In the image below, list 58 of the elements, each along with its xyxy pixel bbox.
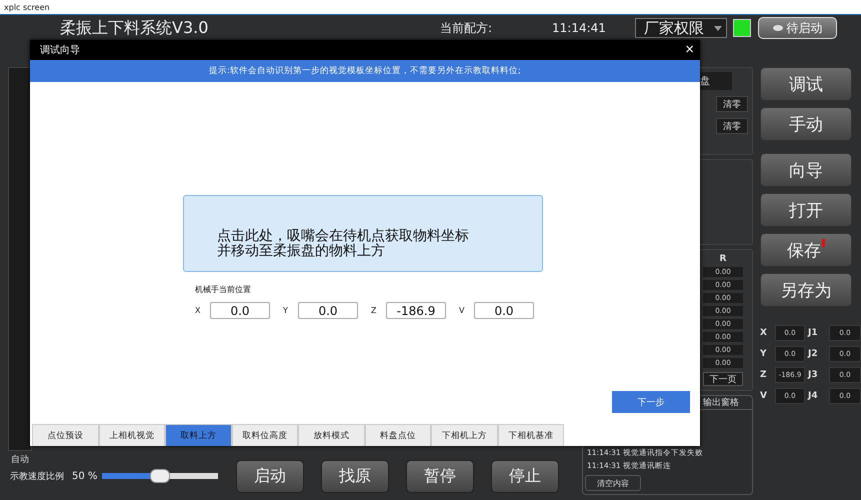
coordinate-field: 0.0 bbox=[210, 302, 270, 319]
mode-label: 自动 bbox=[11, 454, 30, 466]
side-button[interactable]: 手动 bbox=[760, 107, 852, 141]
clear-button[interactable]: 清零 bbox=[716, 96, 748, 112]
control-button[interactable]: 暂停 bbox=[406, 460, 474, 492]
axis-label: V bbox=[760, 391, 768, 401]
axis-label: Y bbox=[760, 349, 768, 359]
tray-label: 盘 bbox=[700, 72, 732, 90]
clear-log-button[interactable]: 清空内容 bbox=[585, 475, 641, 491]
coordinate-field: 0.0 bbox=[474, 302, 534, 319]
speed-reading: 50 % bbox=[72, 470, 98, 482]
side-button[interactable]: 打开 bbox=[760, 193, 852, 227]
wizard-tab[interactable]: 放料模式 bbox=[298, 424, 364, 446]
close-button[interactable]: × bbox=[685, 43, 694, 57]
coordinate-label: X bbox=[195, 306, 202, 315]
column-heading: R bbox=[718, 254, 728, 264]
side-button[interactable]: 向导 bbox=[760, 153, 852, 187]
wizard-tab[interactable]: 下相机基准 bbox=[498, 424, 564, 446]
coordinate-field: -186.9 bbox=[386, 302, 446, 319]
recipe-label: 当前配方: bbox=[440, 20, 494, 36]
coordinate-label: V bbox=[459, 306, 466, 315]
window-title: xplc screen bbox=[4, 2, 50, 12]
wizard-tab[interactable]: 点位预设 bbox=[32, 424, 98, 446]
wizard-tab[interactable]: 取料上方 bbox=[165, 424, 232, 446]
joint-label: J2 bbox=[808, 349, 819, 359]
wizard-tab[interactable]: 下相机上方 bbox=[431, 424, 498, 446]
position-label: 机械手当前位置 bbox=[195, 284, 252, 295]
joint-label: J1 bbox=[808, 328, 819, 338]
wizard-tab[interactable]: 取料位高度 bbox=[232, 424, 298, 446]
permission-dropdown[interactable]: 厂家权限 bbox=[635, 18, 727, 38]
control-button[interactable]: 停止 bbox=[491, 460, 559, 492]
status-button[interactable]: 待启动 bbox=[758, 17, 837, 39]
side-button[interactable]: 调试 bbox=[760, 67, 852, 101]
next-step-button[interactable]: 下一步 bbox=[612, 391, 690, 413]
axis-label: X bbox=[760, 328, 768, 338]
action-card[interactable]: 点击此处，吸嘴会在待机点获取物料坐标并移动至柔振盘的物料上方 bbox=[183, 195, 543, 272]
joint-label: J3 bbox=[808, 370, 819, 380]
side-button[interactable]: 保存 bbox=[760, 233, 852, 267]
axis-label: Z bbox=[760, 370, 768, 380]
control-button[interactable]: 启动 bbox=[236, 460, 304, 492]
wizard-tab[interactable]: 料盘点位 bbox=[364, 424, 431, 446]
next-page-button[interactable]: 下一页 bbox=[703, 372, 743, 386]
app-title: 柔振上下料系统V3.0 bbox=[60, 18, 210, 38]
speed-label: 示教速度比例 bbox=[10, 470, 65, 482]
coordinate-label: Y bbox=[283, 306, 289, 315]
dialog-title: 调试向导 bbox=[40, 44, 80, 57]
clear-button[interactable]: 清零 bbox=[716, 118, 748, 134]
coordinate-field: 0.0 bbox=[298, 302, 358, 319]
slider-thumb[interactable] bbox=[150, 469, 170, 483]
caret-icon bbox=[714, 26, 722, 30]
coordinate-label: Z bbox=[371, 306, 378, 315]
wizard-tab[interactable]: 上相机视觉 bbox=[98, 424, 165, 446]
control-button[interactable]: 找原 bbox=[321, 460, 389, 492]
side-button[interactable]: 另存为 bbox=[760, 273, 852, 307]
joint-label: J4 bbox=[808, 391, 819, 401]
oval-icon bbox=[772, 25, 782, 31]
clock-time: 11:14:41 bbox=[552, 21, 607, 35]
hint-text: 提示:软件会自动识别第一步的视觉模板坐标位置，不需要另外在示教取料料位; bbox=[209, 65, 521, 77]
